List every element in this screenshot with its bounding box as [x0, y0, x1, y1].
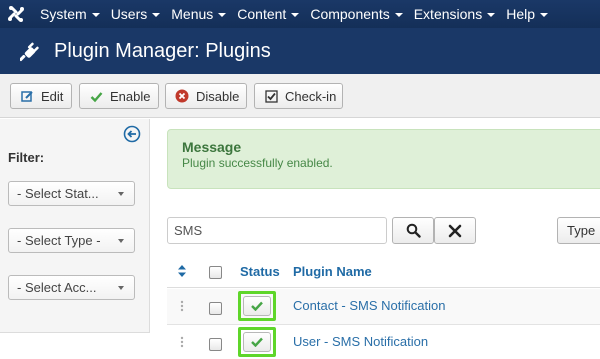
- caret-down-icon: [218, 13, 227, 17]
- check-icon: [89, 89, 103, 103]
- edit-icon: [20, 89, 34, 103]
- table-row: User - SMS Notification: [167, 325, 600, 359]
- plugin-name-link[interactable]: Contact - SMS Notification: [293, 298, 445, 313]
- message-title: Message: [182, 139, 242, 155]
- caret-down-icon: [487, 13, 496, 17]
- access-filter-select[interactable]: - Select Acc...: [8, 275, 135, 300]
- search-icon: [406, 223, 421, 238]
- status-column-header[interactable]: Status: [240, 264, 280, 279]
- plugin-name-link[interactable]: User - SMS Notification: [293, 334, 428, 349]
- row-checkbox[interactable]: [209, 338, 222, 351]
- page-title: Plugin Manager: Plugins: [54, 39, 271, 62]
- close-icon: [448, 224, 462, 237]
- filter-sidebar: Filter: - Select Stat... - Select Type -…: [0, 119, 150, 333]
- caret-down-icon: [291, 13, 300, 17]
- enable-button[interactable]: Enable: [79, 83, 159, 109]
- search-button[interactable]: [392, 217, 434, 244]
- check-icon: [251, 337, 263, 347]
- search-input[interactable]: [167, 217, 387, 244]
- menu-components[interactable]: Components: [310, 6, 403, 22]
- success-message: Message Plugin successfully enabled.: [167, 129, 600, 189]
- filter-label: Filter:: [8, 150, 45, 165]
- checkbox-check-icon: [264, 89, 278, 103]
- menu-help[interactable]: Help: [506, 6, 548, 22]
- table-row: Contact - SMS Notification: [167, 289, 600, 325]
- caret-down-icon: [91, 13, 100, 17]
- type-filter-select[interactable]: - Select Type -: [8, 228, 135, 253]
- caret-down-icon: [152, 13, 161, 17]
- select-all-checkbox[interactable]: [209, 266, 222, 279]
- status-toggle-button[interactable]: [243, 332, 271, 352]
- disable-button[interactable]: Disable: [165, 83, 247, 109]
- dropdown-arrow-icon: [118, 239, 124, 243]
- plug-icon: [20, 42, 39, 62]
- row-checkbox[interactable]: [209, 302, 222, 315]
- clear-search-button[interactable]: [434, 217, 476, 244]
- joomla-logo-icon[interactable]: [6, 4, 26, 24]
- message-text: Plugin successfully enabled.: [182, 156, 333, 170]
- status-filter-select[interactable]: - Select Stat...: [8, 181, 135, 206]
- menu-system[interactable]: System: [40, 6, 100, 22]
- edit-button[interactable]: Edit: [10, 83, 72, 109]
- caret-down-icon: [394, 13, 403, 17]
- menu-content[interactable]: Content: [237, 6, 300, 22]
- table-header: Status Plugin Name: [167, 256, 600, 288]
- times-circle-icon: [175, 89, 189, 103]
- check-icon: [251, 301, 263, 311]
- menu-menus[interactable]: Menus: [171, 6, 227, 22]
- dropdown-arrow-icon: [118, 286, 124, 290]
- menu-users[interactable]: Users: [111, 6, 161, 22]
- status-toggle-button[interactable]: [243, 296, 271, 316]
- sort-order-icon[interactable]: [177, 264, 187, 278]
- plugin-name-column-header[interactable]: Plugin Name: [293, 264, 372, 279]
- menu-extensions[interactable]: Extensions: [414, 6, 496, 22]
- drag-handle-icon[interactable]: [179, 336, 185, 348]
- type-sort-select[interactable]: Type: [557, 217, 600, 244]
- top-navbar: System Users Menus Content Components Ex…: [0, 0, 600, 28]
- page-header: Plugin Manager: Plugins: [0, 28, 600, 74]
- collapse-sidebar-icon[interactable]: [123, 125, 141, 143]
- checkin-button[interactable]: Check-in: [254, 83, 343, 109]
- caret-down-icon: [540, 13, 548, 17]
- drag-handle-icon[interactable]: [179, 300, 185, 312]
- dropdown-arrow-icon: [118, 192, 124, 196]
- toolbar: Edit Enable Disable Check-in: [0, 74, 600, 118]
